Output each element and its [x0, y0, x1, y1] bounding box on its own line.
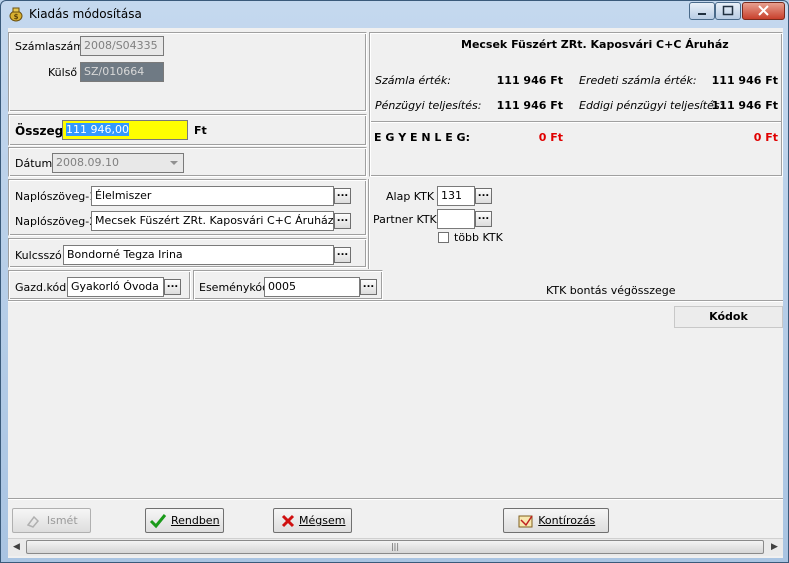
megsem-button[interactable]: Mégsem	[273, 508, 352, 533]
megsem-label: Mégsem	[299, 514, 346, 527]
gazd-browse-button[interactable]: ...	[164, 279, 181, 295]
eddigi-value: 111 946 Ft	[711, 99, 778, 112]
undo-icon	[27, 515, 40, 528]
minimize-icon	[698, 13, 706, 15]
kontirozas-button[interactable]: Kontírozás	[503, 508, 609, 533]
tobb-ktk-checkbox[interactable]	[438, 232, 449, 243]
datum-field[interactable]: 2008.09.10	[52, 153, 184, 173]
main-divider	[8, 300, 783, 302]
naplo1-field[interactable]: Élelmiszer	[91, 186, 334, 206]
rendben-button[interactable]: Rendben	[145, 508, 224, 533]
ktk-divider	[368, 179, 370, 269]
naplo2-field[interactable]: Mecsek Füszért ZRt. Kaposvári C+C Áruház	[91, 211, 334, 231]
document-icon	[518, 515, 533, 528]
tobb-ktk-label: több KTK	[454, 231, 503, 244]
osszeg-field[interactable]: 111 946,00	[62, 120, 188, 140]
naplo1-browse-button[interactable]: ...	[334, 188, 351, 204]
egyenleg-label: E G Y E N L E G:	[374, 131, 470, 144]
kulcsszo-label: Kulcsszó	[15, 249, 62, 262]
footer-divider	[8, 498, 783, 500]
kodok-button[interactable]: Kódok	[674, 306, 783, 328]
naplo2-label: Naplószöveg-2	[15, 215, 97, 228]
ismet-button: Ismét	[12, 508, 91, 533]
money-bag-icon: $	[9, 7, 23, 22]
penzugyi-value: 111 946 Ft	[496, 99, 563, 112]
kulcsszo-browse-button[interactable]: ...	[334, 247, 351, 263]
maximize-button[interactable]	[715, 2, 741, 20]
osszeg-value: 111 946,00	[66, 123, 129, 136]
osszeg-label: Összeg	[15, 124, 64, 138]
kulso-field[interactable]: SZ/010664	[80, 62, 164, 82]
datum-label: Dátum	[15, 157, 53, 170]
alap-ktk-label: Alap KTK	[386, 190, 435, 203]
scroll-thumb[interactable]: |||	[26, 540, 764, 554]
szamla-ertek-value: 111 946 Ft	[496, 74, 563, 87]
cross-icon	[281, 514, 294, 528]
gazd-label: Gazd.kód	[15, 281, 67, 294]
ismet-label: Ismét	[46, 514, 78, 527]
title-bar: $ Kiadás módosítása	[1, 1, 788, 27]
szamlaszam-label: Számlaszám	[15, 40, 84, 53]
eredeti-label: Eredeti számla érték:	[579, 74, 697, 87]
minimize-button[interactable]	[689, 2, 715, 20]
naplo1-label: Naplószöveg-1	[15, 190, 97, 203]
horizontal-scrollbar[interactable]: ◀ ||| ▶	[8, 538, 783, 556]
window-title: Kiadás módosítása	[29, 7, 142, 21]
ktk-bontas-label: KTK bontás végösszege	[546, 284, 676, 297]
chevron-down-icon[interactable]	[168, 157, 180, 169]
kulcsszo-field[interactable]: Bondorné Tegza Irina	[63, 245, 334, 265]
alap-ktk-field[interactable]: 131	[437, 186, 475, 206]
penzugyi-label: Pénzügyi teljesítés:	[375, 99, 482, 112]
checkmark-icon	[150, 514, 167, 529]
gazd-field[interactable]: Gyakorló Óvoda	[67, 277, 164, 297]
client-area: Számlaszám 2008/S04335 Külső SZ/010664 Ö…	[8, 28, 783, 558]
kulso-label: Külső	[48, 66, 78, 79]
maximize-icon	[722, 5, 734, 16]
rendben-label: Rendben	[170, 514, 220, 527]
alap-ktk-browse-button[interactable]: ...	[475, 188, 492, 204]
naplo2-browse-button[interactable]: ...	[334, 213, 351, 229]
svg-text:$: $	[14, 13, 19, 21]
egyenleg-value-2: 0 Ft	[753, 131, 778, 144]
partner-name: Mecsek Füszért ZRt. Kaposvári C+C Áruház	[461, 38, 729, 51]
esemeny-browse-button[interactable]: ...	[360, 279, 377, 295]
szamla-ertek-label: Számla érték:	[375, 74, 451, 87]
scroll-left-arrow[interactable]: ◀	[8, 539, 25, 556]
egyenleg-value-1: 0 Ft	[538, 131, 563, 144]
partner-ktk-browse-button[interactable]: ...	[475, 211, 492, 227]
eredeti-value: 111 946 Ft	[711, 74, 778, 87]
partner-ktk-label: Partner KTK	[373, 213, 437, 226]
esemeny-field[interactable]: 0005	[264, 277, 360, 297]
partner-ktk-field[interactable]	[437, 209, 475, 229]
scroll-right-arrow[interactable]: ▶	[766, 539, 783, 556]
window: $ Kiadás módosítása Számlaszám 2008/S043…	[0, 0, 789, 563]
osszeg-unit: Ft	[194, 124, 207, 137]
close-icon	[758, 5, 769, 16]
szamlaszam-field[interactable]: 2008/S04335	[80, 36, 164, 56]
summary-divider	[371, 121, 781, 123]
kontirozas-label: Kontírozás	[538, 514, 596, 527]
esemeny-label: Eseménykód	[199, 281, 270, 294]
close-button[interactable]	[742, 2, 785, 20]
